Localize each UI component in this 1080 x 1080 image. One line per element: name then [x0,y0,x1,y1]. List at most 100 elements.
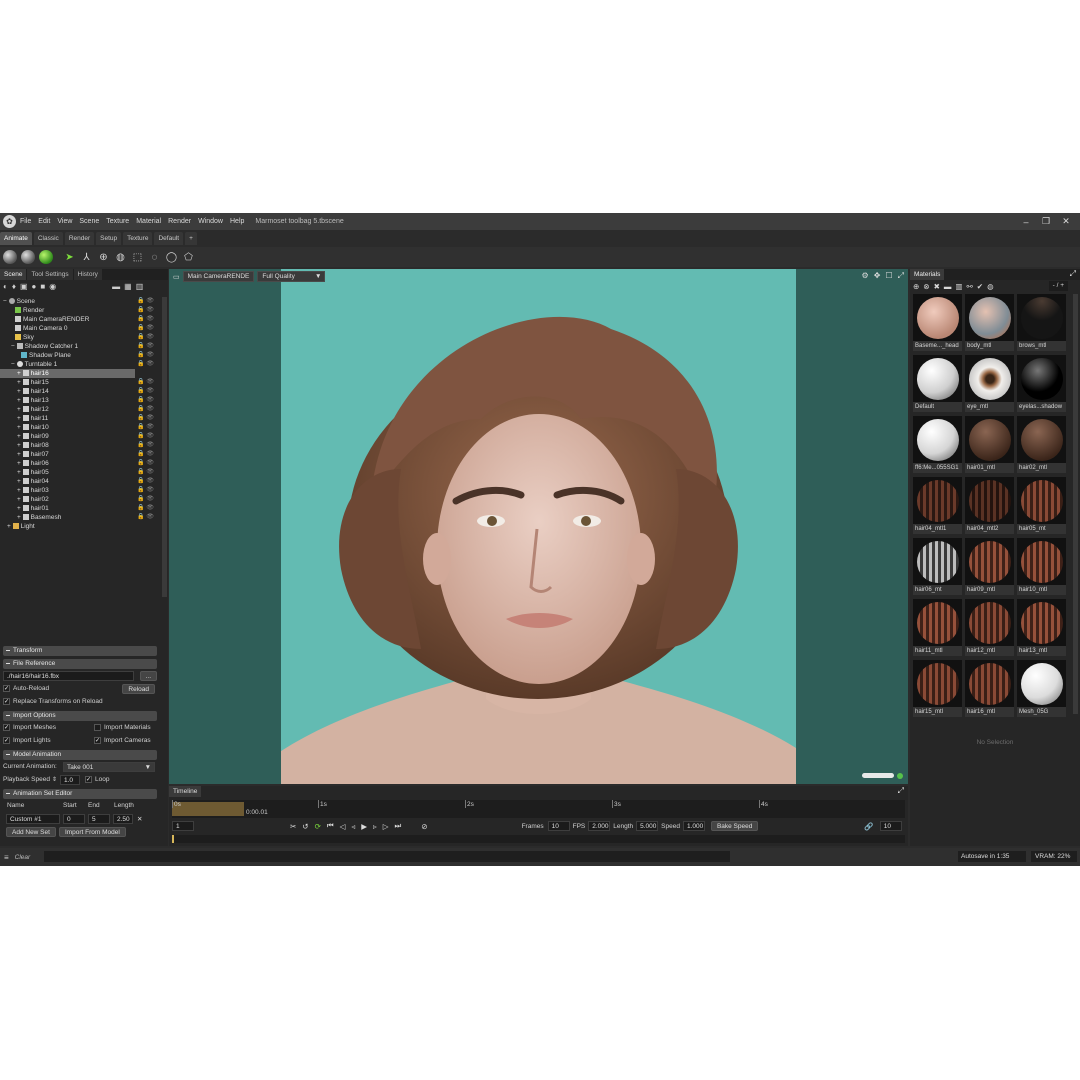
render-mode-icon[interactable] [39,250,53,264]
lock-visibility-icon[interactable]: 🔒 👁 [137,396,154,405]
skip-start-icon[interactable]: ⏮ [327,821,334,831]
material-item[interactable]: brows_mtl [1017,294,1066,352]
speed-field[interactable]: 1.000 [682,821,705,831]
tree-item-hair01[interactable]: + hair01 🔒 👁 [0,504,160,513]
import-from-model-button[interactable]: Import From Model [58,826,126,837]
tree-item-hair02[interactable]: + hair02 🔒 👁 [0,495,160,504]
loop-icon[interactable]: ⟳ [315,822,321,831]
shading-mode-icon[interactable] [3,250,17,264]
circle-select-icon[interactable]: ◌ [148,251,161,264]
material-item[interactable]: hair16_mtl [965,660,1014,718]
auto-reload-checkbox[interactable]: ✓ [3,685,10,692]
section-file-reference[interactable]: File Reference [3,659,157,669]
lock-visibility-icon[interactable]: 🔒 👁 [137,468,154,477]
material-item[interactable]: hair15_mtl [913,660,962,718]
lock-visibility-icon[interactable]: 🔒 👁 [137,423,154,432]
file-path-field[interactable]: ./hair16/hair16.fbx [3,670,134,681]
tab-animate[interactable]: Animate [0,232,32,245]
reload-button[interactable]: Reload [122,683,155,694]
tab-classic[interactable]: Classic [33,232,63,245]
material-item[interactable]: Default [913,355,962,413]
lock-visibility-icon[interactable]: 🔒 👁 [137,306,154,315]
popout-icon[interactable]: ⤢ [1070,269,1076,279]
menu-render[interactable]: Render [168,218,191,225]
material-item[interactable]: ff6:Me...055SG1 [913,416,962,474]
remove-set-icon[interactable]: ✕ [137,815,142,823]
menu-edit[interactable]: Edit [38,218,50,225]
material-item[interactable]: hair11_mtl [913,599,962,657]
section-model-animation[interactable]: Model Animation [3,750,157,760]
lock-visibility-icon[interactable]: 🔒 👁 [137,405,154,414]
material-item[interactable]: eye_mtl [965,355,1014,413]
tree-item-hair11[interactable]: + hair11 🔒 👁 [0,414,160,423]
tree-item-hair13[interactable]: + hair13 🔒 👁 [0,396,160,405]
section-transform[interactable]: Transform [3,646,157,656]
clear-button[interactable]: Clear [15,854,31,861]
folder-icon[interactable]: ▬ [944,282,952,291]
add-material-icon[interactable]: ⊕ [913,282,919,291]
section-animation-set-editor[interactable]: Animation Set Editor [3,789,157,799]
group-icon[interactable]: ▦ [124,282,132,291]
length-field[interactable]: 5.000 [636,821,659,831]
lock-visibility-icon[interactable]: 🔒 👁 [137,333,154,342]
current-animation-select[interactable]: Take 001 ▼ [63,761,155,772]
zoom-control[interactable]: - / + [1048,281,1068,291]
lock-visibility-icon[interactable]: 🔒 👁 [137,513,154,522]
gear-icon[interactable]: ⚙ [862,271,869,281]
lock-visibility-icon[interactable]: 🔒 👁 [137,432,154,441]
pin-icon[interactable]: ♦ [12,282,16,291]
tree-item-shadow-plane[interactable]: Shadow Plane 🔒 👁 [0,351,160,360]
link-icon[interactable]: 🔗 [864,822,873,831]
set-name-field[interactable]: Custom #1 [6,813,60,824]
tree-item-hair03[interactable]: + hair03 🔒 👁 [0,486,160,495]
fps-field[interactable]: 2.000 [588,821,611,831]
timeline-track[interactable] [172,835,905,843]
material-item[interactable]: Mesh_05G [1017,660,1066,718]
lock-visibility-icon[interactable]: 🔒 👁 [137,315,154,324]
set-length-field[interactable]: 2.50 [113,813,133,824]
lock-visibility-icon[interactable]: 🔒 👁 [137,378,154,387]
tree-item-hair06[interactable]: + hair06 🔒 👁 [0,459,160,468]
lock-visibility-icon[interactable]: 🔒 👁 [137,414,154,423]
scissors-icon[interactable]: ✂ [290,822,296,831]
sphere-icon[interactable]: ● [32,282,37,291]
tab-history[interactable]: History [73,269,102,280]
world-icon[interactable]: ◍ [114,251,127,264]
lock-visibility-icon[interactable]: 🔒 👁 [137,441,154,450]
folder-icon[interactable]: ▬ [112,282,120,291]
remove-material-icon[interactable]: ✖ [934,282,940,291]
viewport[interactable]: ▭ Main CameraRENDE Full Quality ▼ ⚙ ✥ ☐ … [169,269,908,784]
tree-item-hair07[interactable]: + hair07 🔒 👁 [0,450,160,459]
tree-item-hair12[interactable]: + hair12 🔒 👁 [0,405,160,414]
frame-field[interactable]: 1 [172,821,194,831]
close-icon[interactable]: ✕ [1056,216,1076,227]
polygon-select-icon[interactable]: ⬠ [182,251,195,264]
tree-item-hair16[interactable]: + hair16 [0,369,135,378]
tab-setup[interactable]: Setup [96,232,122,245]
import-materials-checkbox[interactable] [94,724,101,731]
tab-texture[interactable]: Texture [123,232,153,245]
add-new-set-button[interactable]: Add New Set [6,826,56,837]
tab-render[interactable]: Render [64,232,95,245]
console-icon[interactable]: ≡ [4,853,9,862]
lock-visibility-icon[interactable]: 🔒 👁 [137,297,154,306]
menu-file[interactable]: File [20,218,31,225]
material-item[interactable]: hair10_mtl [1017,538,1066,596]
playhead[interactable] [172,835,174,843]
material-item[interactable]: hair06_mt [913,538,962,596]
popout-icon[interactable]: ⤢ [898,271,904,281]
minimize-icon[interactable]: – [1016,217,1036,227]
tree-item-hair08[interactable]: + hair08 🔒 👁 [0,441,160,450]
lock-visibility-icon[interactable]: 🔒 👁 [137,450,154,459]
delete-icon[interactable]: ▥ [136,282,144,291]
lock-visibility-icon[interactable]: 🔒 👁 [137,351,154,360]
material-item[interactable]: hair02_mtl [1017,416,1066,474]
move-gizmo-icon[interactable]: ⅄ [80,251,93,264]
prev-key-icon[interactable]: ◁ [340,822,346,831]
tree-item-shadow-catcher[interactable]: − Shadow Catcher 1 🔒 👁 [0,342,160,351]
play-icon[interactable]: ▶ [361,822,367,831]
cube-icon[interactable]: ■ [40,282,45,291]
set-end-field[interactable]: 5 [88,813,110,824]
keys-field[interactable]: 10 [879,821,902,831]
tree-item-main-camera-render[interactable]: Main CameraRENDER 🔒 👁 [0,315,160,324]
